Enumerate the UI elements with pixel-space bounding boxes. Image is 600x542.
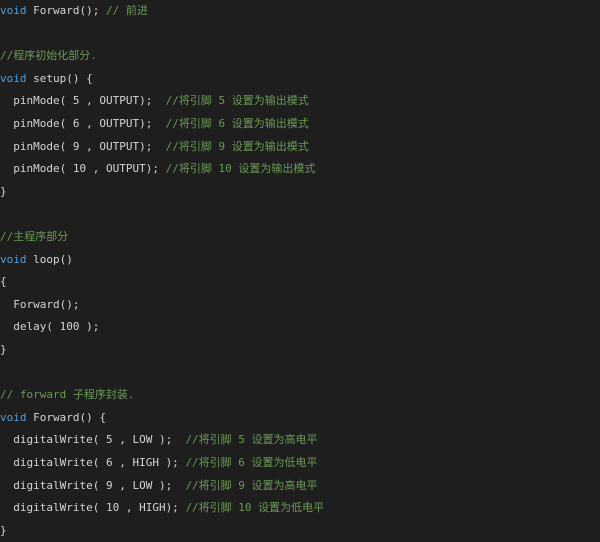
keyword-token: void bbox=[0, 410, 27, 424]
code-token: pinMode( 10 , OUTPUT); bbox=[0, 162, 166, 176]
code-line[interactable]: void Forward(); // 前进 bbox=[0, 3, 148, 19]
code-line[interactable]: void setup() { bbox=[0, 71, 93, 87]
code-token: { bbox=[0, 275, 7, 289]
code-token: pinMode( 5 , OUTPUT); bbox=[0, 94, 166, 108]
comment-token: // forward 子程序封装. bbox=[0, 388, 135, 402]
code-line[interactable]: } bbox=[0, 342, 7, 358]
code-line[interactable]: } bbox=[0, 184, 7, 200]
comment-token: //将引脚 9 设置为输出模式 bbox=[165, 139, 309, 153]
comment-token: //主程序部分 bbox=[0, 230, 69, 243]
code-token: digitalWrite( 6 , HIGH ); bbox=[0, 456, 186, 469]
code-line[interactable]: Forward(); bbox=[0, 297, 79, 313]
code-token: Forward(); bbox=[26, 4, 106, 17]
comment-token: // 前进 bbox=[105, 4, 148, 17]
code-line[interactable]: // forward 子程序封装. bbox=[0, 387, 134, 403]
comment-token: //将引脚 5 设置为高电平 bbox=[185, 433, 318, 447]
code-line[interactable]: pinMode( 9 , OUTPUT); //将引脚 9 设置为输出模式 bbox=[0, 139, 309, 155]
code-token: Forward() { bbox=[26, 410, 106, 424]
code-line[interactable]: void Forward() { bbox=[0, 410, 106, 426]
code-line[interactable]: pinMode( 5 , OUTPUT); //将引脚 5 设置为输出模式 bbox=[0, 93, 309, 109]
comment-token: //将引脚 10 设置为输出模式 bbox=[165, 162, 316, 176]
comment-token: //将引脚 5 设置为输出模式 bbox=[165, 94, 309, 108]
code-line[interactable]: pinMode( 6 , OUTPUT); //将引脚 6 设置为输出模式 bbox=[0, 116, 309, 132]
code-token: loop() bbox=[26, 252, 73, 266]
code-token: } bbox=[0, 343, 7, 356]
code-token: } bbox=[0, 523, 7, 537]
keyword-token: void bbox=[0, 252, 27, 266]
code-line[interactable]: //主程序部分 bbox=[0, 229, 68, 245]
comment-token: //将引脚 9 设置为高电平 bbox=[185, 478, 318, 492]
code-line[interactable]: //程序初始化部分. bbox=[0, 48, 97, 64]
code-token: digitalWrite( 9 , LOW ); bbox=[0, 478, 186, 492]
code-token: digitalWrite( 5 , LOW ); bbox=[0, 433, 186, 447]
code-line[interactable]: pinMode( 10 , OUTPUT); //将引脚 10 设置为输出模式 bbox=[0, 161, 315, 177]
code-token: Forward(); bbox=[0, 297, 80, 311]
code-line[interactable]: digitalWrite( 10 , HIGH); //将引脚 10 设置为低电… bbox=[0, 500, 324, 516]
code-token: digitalWrite( 10 , HIGH); bbox=[0, 501, 186, 515]
code-token: delay( 100 ); bbox=[0, 320, 100, 334]
comment-token: //将引脚 10 设置为低电平 bbox=[185, 501, 325, 515]
code-line[interactable]: } bbox=[0, 523, 7, 539]
code-editor[interactable]: void Forward(); // 前进 //程序初始化部分. void setu… bbox=[0, 0, 600, 542]
code-line[interactable]: void loop() bbox=[0, 252, 73, 268]
keyword-token: void bbox=[0, 4, 27, 17]
code-token: setup() { bbox=[26, 71, 93, 85]
code-token: pinMode( 6 , OUTPUT); bbox=[0, 117, 166, 130]
code-line[interactable]: digitalWrite( 5 , LOW ); //将引脚 5 设置为高电平 bbox=[0, 432, 318, 448]
keyword-token: void bbox=[0, 71, 27, 85]
code-line[interactable]: { bbox=[0, 274, 7, 290]
comment-token: //将引脚 6 设置为输出模式 bbox=[165, 117, 309, 130]
code-line[interactable]: digitalWrite( 9 , LOW ); //将引脚 9 设置为高电平 bbox=[0, 478, 318, 494]
code-line[interactable]: digitalWrite( 6 , HIGH ); //将引脚 6 设置为低电平 bbox=[0, 455, 318, 471]
comment-token: //程序初始化部分. bbox=[0, 49, 97, 63]
comment-token: //将引脚 6 设置为低电平 bbox=[185, 456, 318, 469]
code-line[interactable]: delay( 100 ); bbox=[0, 319, 99, 335]
code-token: } bbox=[0, 184, 7, 198]
code-token: pinMode( 9 , OUTPUT); bbox=[0, 139, 166, 153]
